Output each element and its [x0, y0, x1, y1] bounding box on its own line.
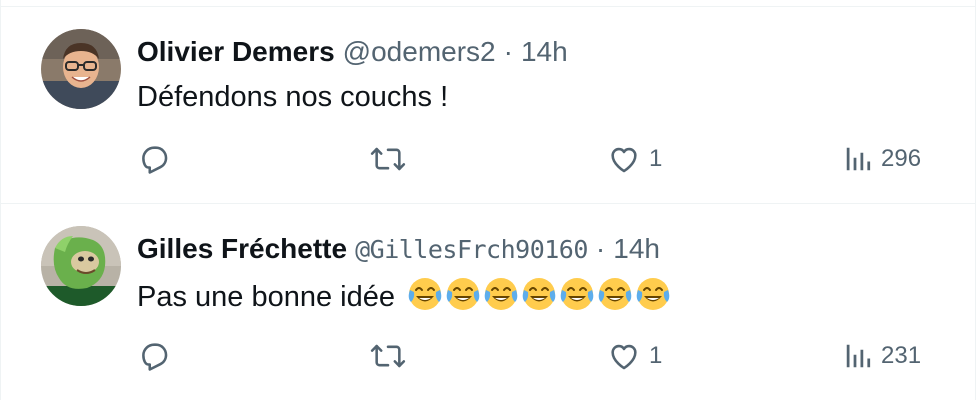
views-icon — [846, 344, 871, 368]
timestamp[interactable]: 14h — [613, 233, 660, 264]
author-name[interactable]: Olivier Demers — [137, 36, 335, 67]
tweet-header: Gilles Fréchette @GillesFrch90160 · 14h — [137, 232, 660, 267]
action-bar: 1 296 — [137, 137, 937, 181]
view-count: 231 — [881, 342, 922, 369]
reply-icon — [142, 343, 168, 371]
like-count: 1 — [649, 342, 663, 369]
like-count: 1 — [649, 145, 663, 172]
reply-feed: Olivier Demers @odemers2 · 14h Défendons no… — [0, 0, 976, 400]
author-name[interactable]: Gilles Fréchette — [137, 233, 347, 264]
reply-button[interactable] — [137, 334, 171, 378]
avatar[interactable] — [41, 226, 121, 306]
action-bar: 1 231 — [137, 334, 937, 378]
separator: · — [595, 233, 606, 264]
views-icon — [846, 147, 871, 171]
tweet-text: Pas une bonne idée — [137, 276, 673, 321]
heart-icon — [611, 344, 637, 370]
author-handle[interactable]: @odemers2 — [343, 36, 496, 67]
tweet-text-content: Pas une bonne idée — [137, 281, 395, 314]
tweet-text: Défendons nos couchs ! — [137, 79, 448, 115]
face-with-tears-of-joy-emoji — [445, 276, 481, 321]
retweet-icon — [370, 147, 406, 171]
avatar-photo — [41, 29, 121, 109]
face-with-tears-of-joy-emoji — [597, 276, 633, 321]
separator: · — [503, 36, 513, 67]
reply-button[interactable] — [137, 137, 171, 181]
retweet-button[interactable] — [369, 137, 407, 181]
face-with-tears-of-joy-emoji — [559, 276, 595, 321]
face-with-tears-of-joy-emoji — [521, 276, 557, 321]
avatar[interactable] — [41, 29, 121, 109]
like-button[interactable]: 1 — [607, 137, 662, 181]
timestamp[interactable]: 14h — [521, 36, 568, 67]
like-button[interactable]: 1 — [607, 334, 662, 378]
retweet-button[interactable] — [369, 334, 407, 378]
avatar-photo — [41, 226, 121, 306]
views-button[interactable]: 296 — [843, 137, 921, 181]
views-button[interactable]: 231 — [843, 334, 921, 378]
tweet[interactable]: Gilles Fréchette @GillesFrch90160 · 14h Pas… — [1, 203, 975, 399]
retweet-icon — [370, 344, 406, 368]
author-handle[interactable]: @GillesFrch90160 — [355, 235, 588, 264]
tweet-text-content: Défendons nos couchs ! — [137, 81, 449, 113]
face-with-tears-of-joy-emoji — [483, 276, 519, 321]
emoji-row — [407, 276, 673, 321]
view-count: 296 — [881, 145, 922, 172]
reply-icon — [142, 146, 168, 174]
face-with-tears-of-joy-emoji — [635, 276, 671, 321]
tweet[interactable]: Olivier Demers @odemers2 · 14h Défendons no… — [1, 6, 975, 202]
face-with-tears-of-joy-emoji — [407, 276, 443, 321]
tweet-header: Olivier Demers @odemers2 · 14h — [137, 35, 568, 69]
heart-icon — [611, 147, 637, 173]
